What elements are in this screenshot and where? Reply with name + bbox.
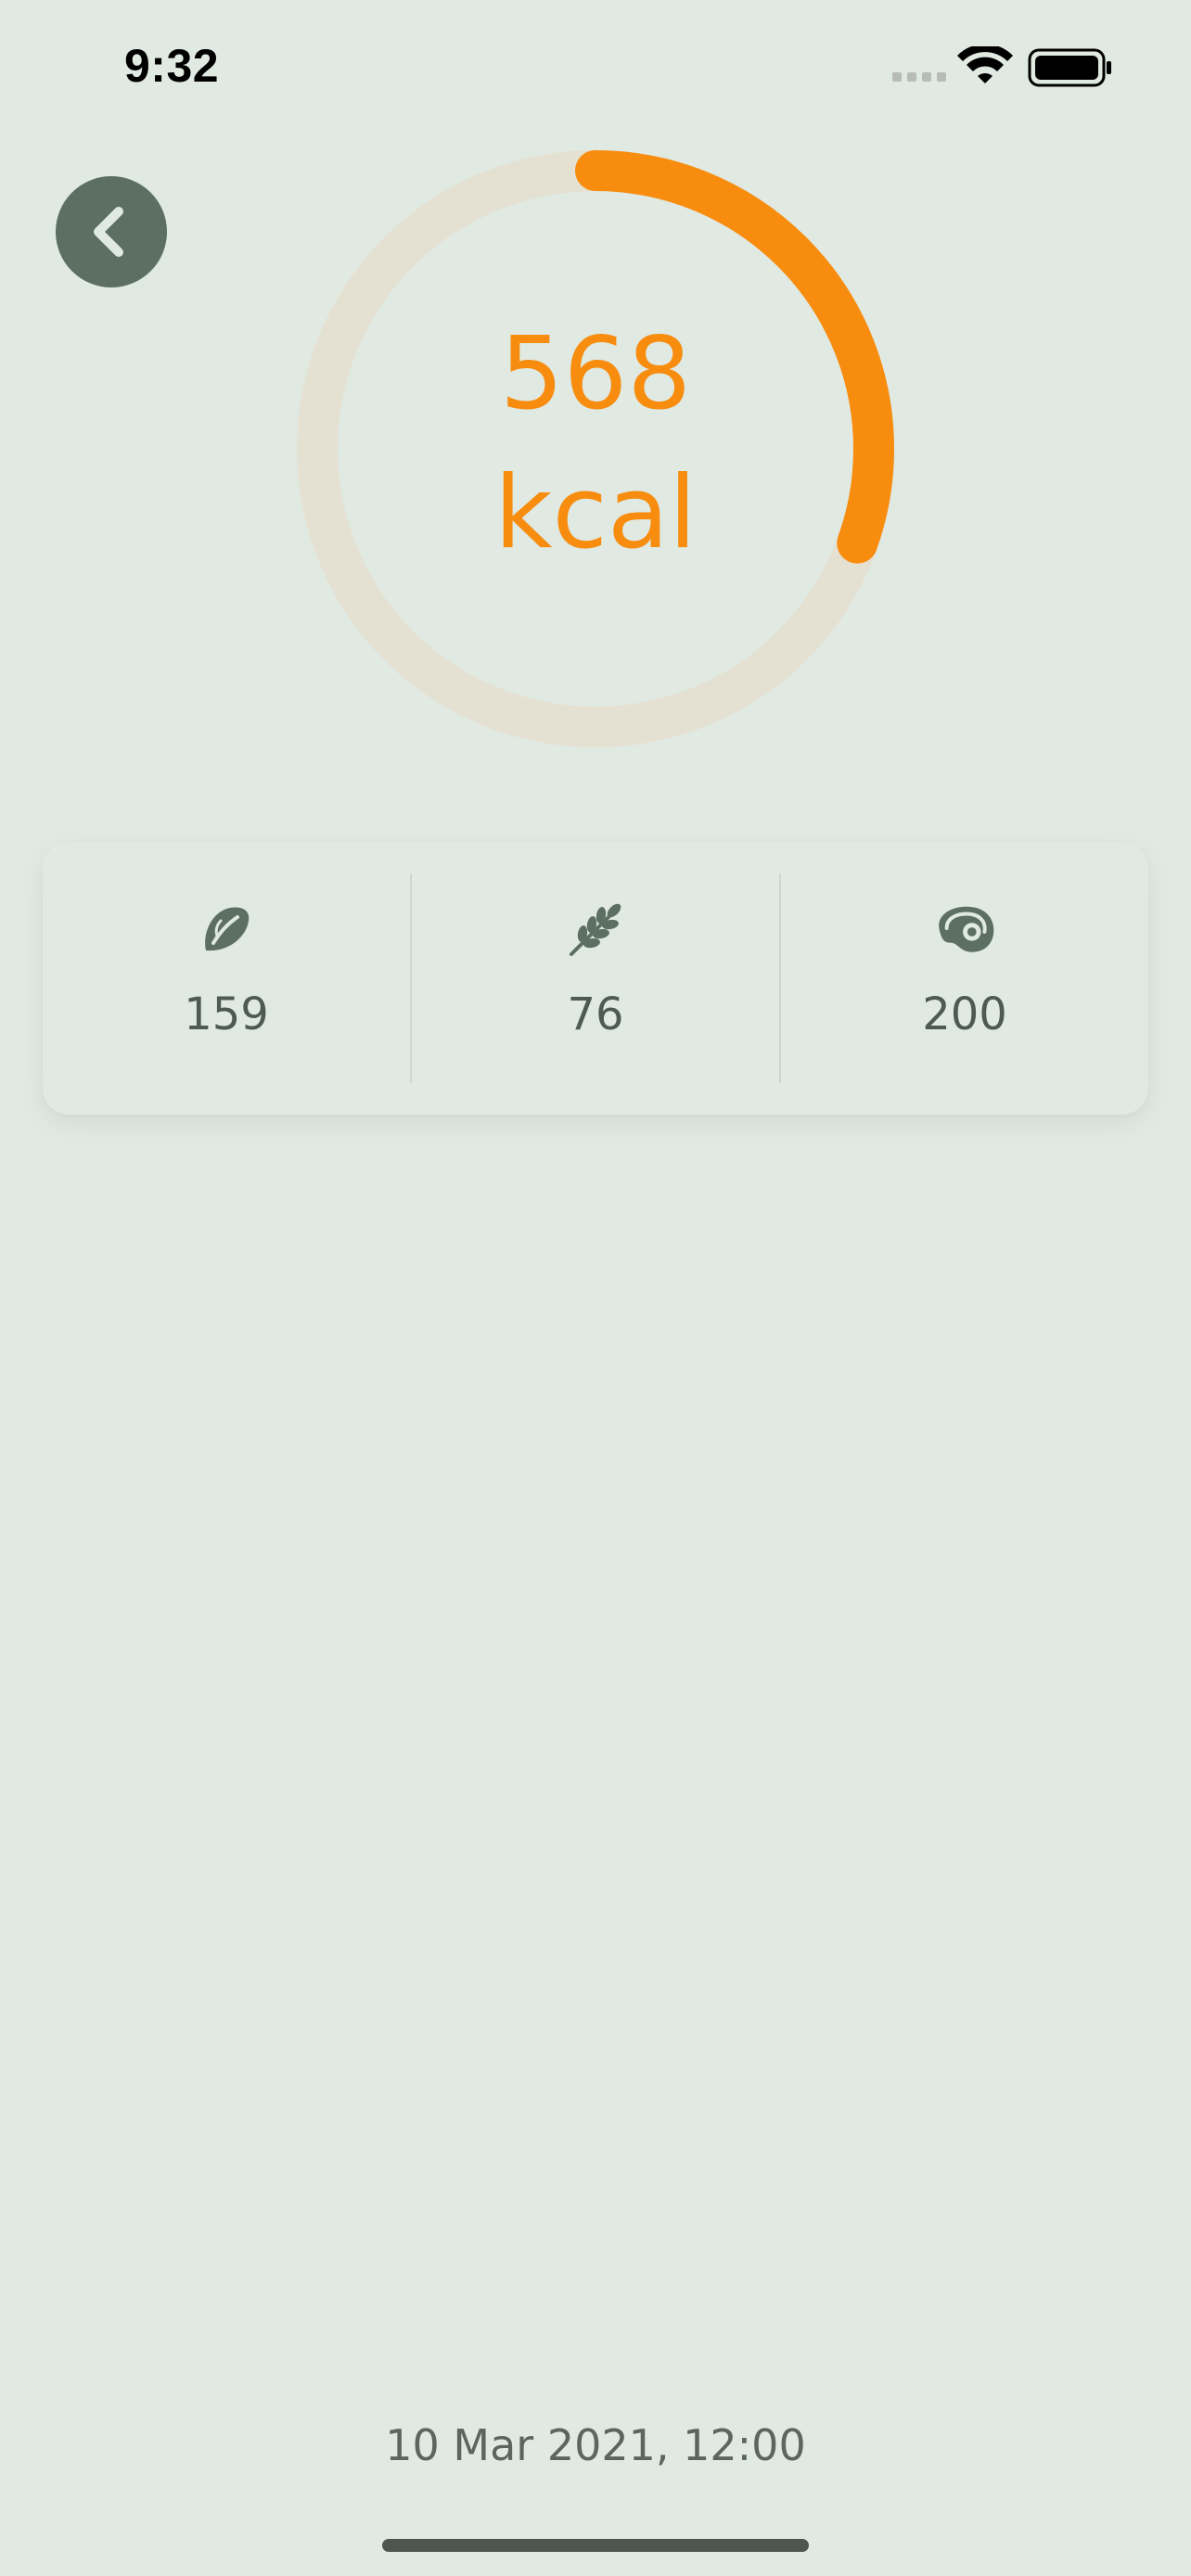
- calorie-readout: 568 kcal: [295, 148, 896, 749]
- chevron-left-icon: [94, 207, 123, 257]
- status-time: 9:32: [124, 40, 220, 92]
- status-icons: [892, 44, 1115, 87]
- macro-fat: 159: [43, 842, 410, 1115]
- wifi-icon: [957, 44, 1013, 83]
- macro-protein: 200: [781, 842, 1148, 1115]
- macro-value-fat: 159: [184, 988, 269, 1040]
- macros-card: 159 76 200: [43, 842, 1148, 1115]
- home-indicator[interactable]: [382, 2539, 809, 2552]
- calorie-value: 568: [499, 316, 692, 432]
- steak-icon: [932, 898, 997, 963]
- meal-date: 10 Mar 2021, 12:00: [385, 2420, 806, 2470]
- cellular-signal-icon: [892, 72, 946, 82]
- calorie-ring: 568 kcal: [295, 148, 896, 749]
- macro-carbs: 76: [412, 842, 779, 1115]
- battery-icon: [1028, 48, 1111, 87]
- back-button[interactable]: [56, 176, 167, 287]
- almond-icon: [194, 898, 259, 963]
- macro-value-carbs: 76: [567, 988, 624, 1040]
- status-bar: 9:32: [0, 0, 1191, 130]
- wheat-icon: [563, 898, 628, 963]
- calorie-unit: kcal: [493, 455, 698, 571]
- macro-value-protein: 200: [922, 988, 1007, 1040]
